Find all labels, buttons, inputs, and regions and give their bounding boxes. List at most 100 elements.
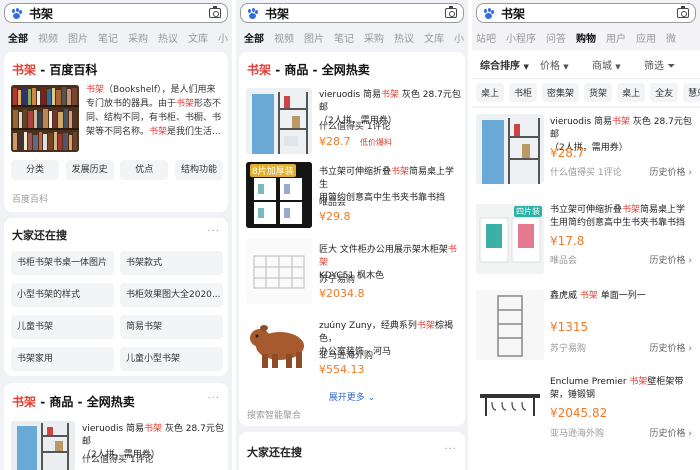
related-searches-card: 大家还在搜 ··· 书柜书架书桌一体图片 书架款式 小型书架的样式 书柜效果图大… — [4, 218, 228, 376]
shopping-title[interactable]: 书架 - 商品 - 全网热卖 — [247, 61, 370, 78]
tab-video[interactable]: 视频 — [38, 30, 58, 45]
filter-chip[interactable]: 全友 — [650, 83, 679, 102]
baike-description: 书架（Bookshelf），是人们用来 专门放书的器具。由于书架形态不 同、结构… — [86, 85, 222, 137]
tab-miniprogram[interactable]: 小程序 — [506, 30, 536, 45]
chip-category[interactable]: 分类 — [11, 160, 59, 180]
tab-purchase[interactable]: 采购 — [128, 30, 148, 45]
related-item[interactable]: 书柜书架书桌一体图片 — [11, 251, 114, 275]
filter-chip[interactable]: 密集架 — [542, 83, 580, 102]
related-item[interactable]: 儿童书架 — [11, 315, 114, 339]
baike-source: 百度百科 — [12, 195, 49, 205]
related-title: 大家还在搜 — [12, 229, 67, 242]
filter-chip[interactable]: 桌上 — [617, 83, 646, 102]
price-history-link[interactable]: 历史价格 › — [650, 253, 693, 266]
tab-wei[interactable]: 微 — [666, 30, 676, 45]
product-name[interactable]: 书立架可伸缩折叠书架简易桌上学 生用简约创意高中生书夹书靠书挡 — [550, 204, 696, 230]
filter-chip[interactable]: 桌上 — [476, 83, 505, 102]
product-meta: 什么值得买 1评论 — [82, 455, 154, 465]
filter-button[interactable]: 筛选 ⏷ — [644, 57, 675, 72]
product-badge: 8片加厚装 — [250, 164, 296, 177]
product-price: ¥28.7 — [319, 135, 351, 148]
related-item[interactable]: 书架家用 — [11, 347, 114, 371]
tab-wenku[interactable]: 文库 — [424, 30, 444, 45]
chevron-right-icon: › — [688, 344, 692, 354]
camera-icon[interactable] — [209, 6, 221, 18]
filter-chip[interactable]: 慧乐家 — [683, 83, 700, 102]
chip-history[interactable]: 发展历史 — [65, 160, 114, 180]
price-history-link[interactable]: 历史价格 › — [650, 426, 693, 439]
products-title[interactable]: 书架 - 商品 - 全网热卖 — [12, 393, 135, 410]
product-thumb[interactable]: 8片加厚装 — [246, 162, 312, 228]
product-thumb[interactable]: 四片装 — [476, 204, 544, 274]
search-bar[interactable]: 书架 — [240, 3, 464, 23]
product-store: 亚马逊海外购 — [319, 351, 374, 361]
left-panel: 书架 全部 视频 图片 笔记 采购 热议 文库 小 书架 - 百度百科 书架（B… — [0, 0, 232, 470]
tab-video[interactable]: 视频 — [274, 30, 294, 45]
tab-all[interactable]: 全部 — [244, 30, 264, 45]
tab-shopping[interactable]: 购物 — [576, 30, 596, 45]
product-thumb[interactable] — [246, 88, 312, 154]
tab-mini[interactable]: 小 — [454, 30, 464, 45]
product-name[interactable]: 鑫虎威 书架 单面一列一 — [550, 290, 696, 303]
more-options-icon[interactable]: ··· — [207, 393, 220, 404]
filter-chip[interactable]: 书柜 — [509, 83, 538, 102]
related-grid: 书柜书架书桌一体图片 书架款式 小型书架的样式 书柜效果图大全2020... 儿… — [11, 251, 223, 371]
tab-apps[interactable]: 应用 — [636, 30, 656, 45]
tab-all[interactable]: 全部 — [8, 30, 28, 45]
baidu-paw-icon — [11, 7, 22, 19]
product-thumb[interactable] — [476, 376, 544, 446]
aggregation-source: 搜索智能聚合 — [247, 411, 302, 421]
product-name[interactable]: Enclume Premier 书架壁柜架带 架，锤锻钢 — [550, 376, 696, 402]
tab-images[interactable]: 图片 — [68, 30, 88, 45]
tab-trending[interactable]: 热议 — [158, 30, 178, 45]
tab-trending[interactable]: 热议 — [394, 30, 414, 45]
sort-default[interactable]: 综合排序 ▼ — [480, 57, 529, 72]
related-item[interactable]: 简易书架 — [120, 315, 223, 339]
tab-qa[interactable]: 问答 — [546, 30, 566, 45]
baidu-paw-icon — [247, 7, 258, 19]
product-thumb[interactable] — [476, 114, 544, 184]
camera-icon[interactable] — [445, 6, 457, 18]
tab-notes[interactable]: 笔记 — [98, 30, 118, 45]
tab-users[interactable]: 用户 — [606, 30, 626, 45]
price-history-link[interactable]: 历史价格 › — [650, 341, 693, 354]
chip-advantages[interactable]: 优点 — [120, 160, 169, 180]
middle-panel: 书架 全部 视频 图片 笔记 采购 热议 文库 小 书架 - 商品 - 全网热卖… — [236, 0, 468, 470]
sort-price[interactable]: 价格 ▼ — [540, 57, 569, 72]
product-price: ¥29.8 — [319, 210, 351, 223]
tab-purchase[interactable]: 采购 — [364, 30, 384, 45]
related-item[interactable]: 书柜效果图大全2020... — [120, 283, 223, 307]
search-query[interactable]: 书架 — [265, 5, 445, 22]
search-query[interactable]: 书架 — [501, 5, 677, 22]
tab-wenku[interactable]: 文库 — [188, 30, 208, 45]
tab-mini[interactable]: 小 — [218, 30, 228, 45]
related-item[interactable]: 书架款式 — [120, 251, 223, 275]
baike-title[interactable]: 书架 - 百度百科 — [12, 61, 97, 78]
tab-bar: 全部 视频 图片 笔记 采购 热议 文库 小 — [236, 28, 468, 46]
tab-notes[interactable]: 笔记 — [334, 30, 354, 45]
product-thumb[interactable] — [246, 238, 312, 304]
search-bar[interactable]: 书架 — [476, 3, 696, 23]
related-item[interactable]: 儿童小型书架 — [120, 347, 223, 371]
tab-tieba[interactable]: 站吧 — [476, 30, 496, 45]
related-item[interactable]: 小型书架的样式 — [11, 283, 114, 307]
search-bar[interactable]: 书架 — [4, 3, 228, 23]
tab-images[interactable]: 图片 — [304, 30, 324, 45]
more-options-icon[interactable]: ··· — [207, 226, 220, 237]
baike-card[interactable]: 书架 - 百度百科 书架（Bookshelf），是人们用来 专门放书的器具。由于… — [4, 52, 228, 212]
more-options-icon[interactable]: ··· — [444, 444, 457, 455]
filter-chip[interactable]: 货架 — [584, 83, 613, 102]
price-history-link[interactable]: 历史价格 › — [650, 165, 693, 178]
tab-bar: 全部 视频 图片 笔记 采购 热议 文库 小 — [0, 28, 232, 46]
search-query[interactable]: 书架 — [29, 5, 209, 22]
chevron-right-icon: › — [688, 256, 692, 266]
sort-mall[interactable]: 商城 ▼ — [592, 57, 621, 72]
product-thumb[interactable] — [246, 314, 312, 378]
product-thumb[interactable] — [476, 290, 544, 360]
chevron-right-icon: › — [688, 168, 692, 178]
chip-structure[interactable]: 结构功能 — [174, 160, 223, 180]
camera-icon[interactable] — [677, 6, 689, 18]
product-price: ¥554.13 — [319, 363, 365, 376]
products-card[interactable]: 书架 - 商品 - 全网热卖 ··· vieruodis 简易书架 灰色 28.… — [4, 383, 228, 470]
expand-more-button[interactable]: 展开更多 ⌄ — [239, 390, 465, 403]
